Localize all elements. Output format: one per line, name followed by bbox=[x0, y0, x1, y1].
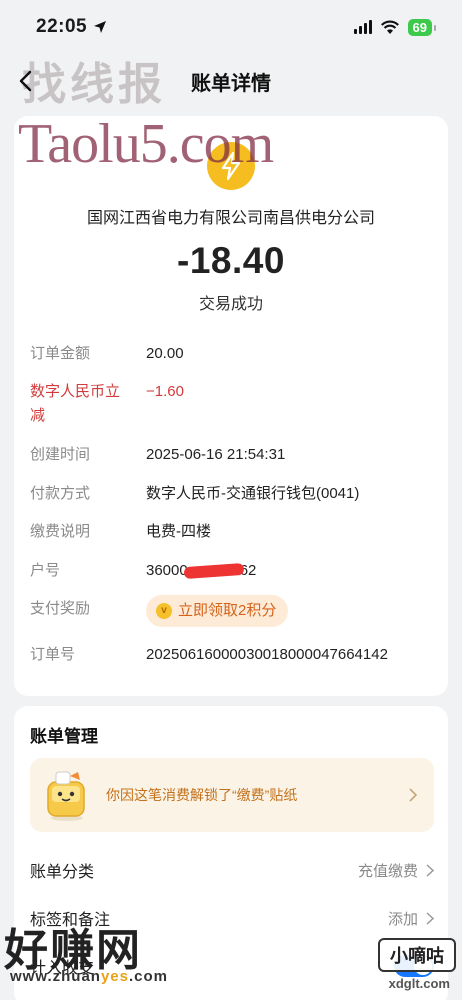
detail-label-line1: 数字人民币立 bbox=[30, 383, 121, 400]
cellular-signal-icon bbox=[353, 20, 372, 34]
toggle-switch-icon bbox=[394, 955, 434, 977]
tags-label: 标签和备注 bbox=[30, 912, 111, 929]
page-title: 账单详情 bbox=[191, 72, 271, 95]
transaction-status: 交易成功 bbox=[198, 296, 263, 313]
sticker-message: 你因这笔消费解锁了“缴费”贴纸 bbox=[106, 787, 298, 803]
transaction-amount: -18.40 bbox=[177, 240, 285, 281]
bill-management-card: 账单管理 你因这笔消费解锁了“缴费”贴纸 账单分类 充值缴费 标签和备注 添加 … bbox=[14, 706, 448, 1000]
chevron-right-icon bbox=[426, 863, 434, 877]
clock-text: 22:05 bbox=[36, 16, 88, 37]
detail-value: 电费-四楼 bbox=[146, 523, 211, 540]
budget-toggle[interactable] bbox=[394, 955, 434, 977]
back-arrow-icon[interactable] bbox=[14, 68, 40, 94]
tags-value-group: 添加 bbox=[388, 908, 434, 929]
detail-label-line2: 减 bbox=[30, 407, 46, 424]
claim-points-label: 立即领取2积分 bbox=[178, 602, 277, 619]
category-label: 账单分类 bbox=[30, 864, 95, 881]
section-title: 账单管理 bbox=[30, 727, 98, 746]
chevron-right-icon bbox=[426, 911, 434, 925]
category-value-group: 充值缴费 bbox=[358, 860, 434, 881]
budget-label: 计入收支 bbox=[30, 960, 95, 977]
detail-row-order-no: 订单号 20250616000030018000047664142 bbox=[30, 643, 434, 667]
detail-label: 创建时间 bbox=[30, 446, 91, 463]
detail-row-reward: 支付奖励 v 立即领取2积分 bbox=[30, 595, 434, 627]
detail-row-order-amount: 订单金额 20.00 bbox=[30, 342, 434, 366]
tags-row[interactable]: 标签和备注 添加 bbox=[30, 906, 434, 930]
status-bar: 22:05 69 bbox=[0, 0, 462, 54]
redaction-mark bbox=[183, 562, 245, 580]
detail-label: 支付奖励 bbox=[30, 600, 91, 617]
detail-row-created: 创建时间 2025-06-16 21:54:31 bbox=[30, 443, 434, 467]
coin-icon: v bbox=[156, 603, 172, 619]
detail-label: 付款方式 bbox=[30, 485, 91, 502]
category-row[interactable]: 账单分类 充值缴费 bbox=[30, 858, 434, 882]
lightning-icon bbox=[207, 142, 255, 190]
category-value: 充值缴费 bbox=[357, 862, 418, 880]
detail-row-ecny-discount: 数字人民币立 减 −1.60 bbox=[30, 380, 434, 428]
nav-bar: 账单详情 bbox=[0, 56, 462, 106]
wifi-icon bbox=[380, 20, 399, 34]
detail-value: 2025-06-16 21:54:31 bbox=[146, 446, 286, 463]
sticker-banner[interactable]: 你因这笔消费解锁了“缴费”贴纸 bbox=[30, 758, 434, 832]
account-prefix: 36000 bbox=[146, 562, 188, 579]
tags-value: 添加 bbox=[387, 910, 418, 928]
detail-label: 数字人民币立 减 bbox=[30, 380, 146, 428]
status-indicators: 69 bbox=[353, 18, 437, 36]
detail-label: 订单号 bbox=[30, 646, 76, 663]
detail-label: 订单金额 bbox=[30, 345, 91, 362]
transaction-card: 国网江西省电力有限公司南昌供电分公司 -18.40 交易成功 订单金额 20.0… bbox=[14, 116, 448, 696]
detail-value: −1.60 bbox=[146, 383, 184, 400]
detail-value[interactable]: 20250616000030018000047664142 bbox=[146, 643, 388, 667]
detail-value: 数字人民币-交通银行钱包(0041) bbox=[146, 485, 360, 502]
chevron-right-icon bbox=[409, 788, 418, 802]
account-number: 36000 62 bbox=[146, 559, 256, 583]
merchant-name: 国网江西省电力有限公司南昌供电分公司 bbox=[86, 210, 375, 227]
detail-label: 缴费说明 bbox=[30, 523, 91, 540]
location-arrow-icon bbox=[94, 21, 107, 33]
reward-container: v 立即领取2积分 bbox=[146, 595, 289, 627]
budget-row[interactable]: 计入收支 bbox=[30, 954, 434, 978]
sticker-mascot-icon bbox=[42, 768, 92, 822]
detail-row-payment: 付款方式 数字人民币-交通银行钱包(0041) bbox=[30, 482, 434, 506]
detail-row-note: 缴费说明 电费-四楼 bbox=[30, 520, 434, 544]
detail-label: 户号 bbox=[30, 562, 61, 579]
detail-value: 20.00 bbox=[146, 345, 184, 362]
battery-indicator: 69 bbox=[407, 18, 437, 36]
detail-row-account: 户号 36000 62 bbox=[30, 559, 434, 583]
status-time: 22:05 bbox=[36, 16, 107, 38]
claim-points-button[interactable]: v 立即领取2积分 bbox=[146, 595, 289, 627]
